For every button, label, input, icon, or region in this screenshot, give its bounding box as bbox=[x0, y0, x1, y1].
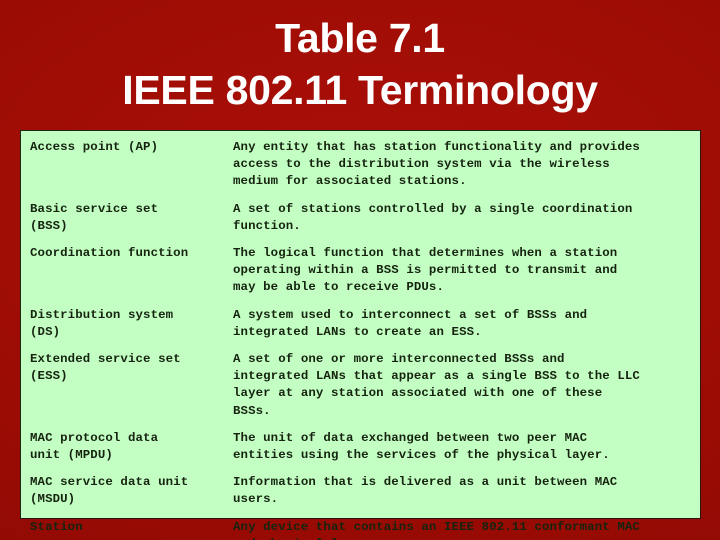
page-title: Table 7.1 IEEE 802.11 Terminology bbox=[0, 12, 720, 116]
term-cell: Coordination function bbox=[30, 246, 189, 261]
table-row: Access point (AP) Any entity that has st… bbox=[30, 139, 694, 201]
definition-cell: The logical function that determines whe… bbox=[233, 246, 618, 295]
terminology-table-body: Access point (AP) Any entity that has st… bbox=[30, 139, 694, 540]
table-row: Basic service set (BSS) A set of station… bbox=[30, 201, 694, 245]
term-cell: Access point (AP) bbox=[30, 140, 159, 154]
slide-canvas: Table 7.1 IEEE 802.11 Terminology Access… bbox=[0, 0, 720, 540]
table-row: Extended service set (ESS) A set of one … bbox=[30, 351, 694, 430]
term-cell: Extended service set (ESS) bbox=[30, 352, 181, 384]
table-row: Distribution system (DS) A system used t… bbox=[30, 307, 694, 351]
definition-cell: Information that is delivered as a unit … bbox=[233, 475, 618, 507]
table-row: MAC protocol data unit (MPDU) The unit o… bbox=[30, 430, 694, 474]
table-row: Coordination function The logical functi… bbox=[30, 245, 694, 307]
title-line-1: Table 7.1 bbox=[275, 15, 445, 61]
terminology-table: Access point (AP) Any entity that has st… bbox=[30, 139, 694, 540]
term-cell: Station bbox=[30, 519, 83, 534]
term-cell: MAC protocol data unit (MPDU) bbox=[30, 430, 159, 463]
definition-cell: A system used to interconnect a set of B… bbox=[233, 307, 588, 339]
term-cell: MAC service data unit (MSDU) bbox=[30, 475, 189, 507]
table-row: MAC service data unit (MSDU) Information… bbox=[30, 474, 694, 518]
definition-cell: Any device that contains an IEEE 802.11 … bbox=[233, 519, 640, 540]
terminology-table-frame: Access point (AP) Any entity that has st… bbox=[20, 130, 701, 540]
definition-cell: Any entity that has station functionalit… bbox=[233, 140, 640, 189]
terminology-table-inner: Access point (AP) Any entity that has st… bbox=[21, 131, 700, 540]
term-cell: Distribution system (DS) bbox=[30, 307, 174, 339]
title-line-2: IEEE 802.11 Terminology bbox=[122, 67, 598, 113]
definition-cell: The unit of data exchanged between two p… bbox=[233, 430, 610, 463]
definition-cell: A set of stations controlled by a single… bbox=[233, 201, 633, 233]
term-cell: Basic service set (BSS) bbox=[30, 201, 159, 233]
table-row: Station Any device that contains an IEEE… bbox=[30, 519, 694, 540]
definition-cell: A set of one or more interconnected BSSs… bbox=[233, 352, 640, 418]
